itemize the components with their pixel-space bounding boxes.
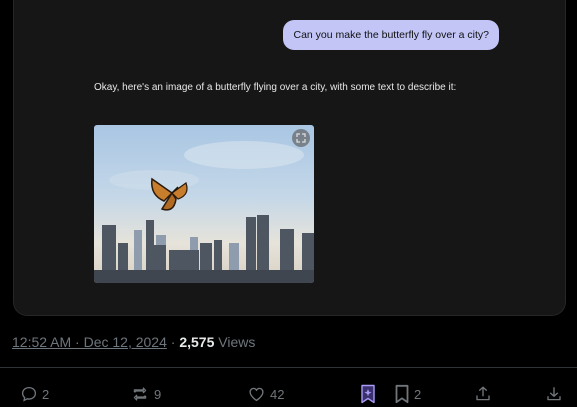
reply-count: 2 bbox=[42, 386, 50, 402]
like-button[interactable]: 42 bbox=[247, 384, 284, 404]
butterfly-city-picture bbox=[94, 141, 314, 283]
share-icon bbox=[476, 386, 490, 401]
repost-count: 9 bbox=[154, 386, 162, 402]
reply-button[interactable]: 2 bbox=[20, 384, 49, 404]
grok-icon bbox=[361, 384, 375, 404]
post-timestamp-link[interactable]: 12:52 AM · Dec 12, 2024 bbox=[12, 334, 167, 350]
assistant-message: Okay, here's an image of a butterfly fly… bbox=[94, 82, 457, 93]
expand-image-button[interactable] bbox=[292, 129, 310, 147]
generated-image[interactable] bbox=[94, 125, 314, 283]
post-metadata: 12:52 AM · Dec 12, 2024 · 2,575 Views bbox=[12, 334, 255, 350]
grok-button[interactable] bbox=[359, 384, 377, 404]
download-button[interactable] bbox=[545, 384, 563, 404]
user-message-bubble: Can you make the butterfly fly over a ci… bbox=[283, 20, 499, 50]
expand-icon bbox=[296, 133, 306, 143]
post-action-bar: 2 9 42 2 bbox=[0, 380, 577, 407]
repost-icon bbox=[133, 387, 147, 401]
like-count: 42 bbox=[270, 386, 285, 402]
repost-button[interactable]: 9 bbox=[130, 384, 161, 404]
meta-separator: · bbox=[170, 334, 176, 350]
views-label: Views bbox=[218, 334, 256, 350]
bookmark-icon bbox=[395, 384, 409, 404]
download-icon bbox=[547, 387, 561, 401]
heart-icon bbox=[249, 387, 264, 402]
tweet-card: Can you make the butterfly fly over a ci… bbox=[13, 0, 566, 316]
divider bbox=[0, 367, 577, 368]
bookmark-count: 2 bbox=[414, 386, 422, 402]
share-button[interactable] bbox=[474, 384, 492, 404]
reply-icon bbox=[21, 386, 37, 402]
bookmark-button[interactable]: 2 bbox=[394, 384, 421, 404]
views-count: 2,575 bbox=[179, 334, 215, 350]
